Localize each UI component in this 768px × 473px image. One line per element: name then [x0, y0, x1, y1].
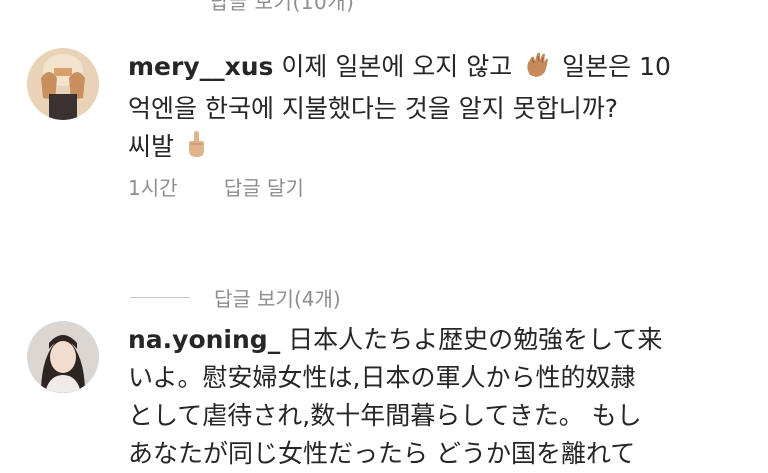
view-replies-link-top[interactable]: 답글 보기(10개)	[210, 0, 354, 15]
comment-line: 日本人たちよ歴史の勉強をして来	[288, 325, 663, 354]
comment-line: 일본은 10	[562, 52, 671, 81]
comment-meta: 1시간 답글 달기	[128, 172, 344, 201]
view-replies-label: 답글 보기(4개)	[214, 287, 341, 311]
comment-line: 억엔을 한국에 지불했다는 것을 알지 못합니까?	[128, 94, 619, 123]
middle-finger-icon	[184, 129, 208, 170]
comment-username[interactable]: mery__xus	[128, 52, 273, 81]
avatar[interactable]	[27, 321, 99, 393]
comment-time: 1시간	[128, 176, 178, 200]
avatar[interactable]	[27, 48, 99, 120]
comment-username[interactable]: na.yoning_	[128, 325, 280, 354]
divider-line	[130, 297, 190, 298]
comment-line: として虐待され,数十年間暮らしてきた。 もし	[128, 401, 642, 430]
comment-line: 이제 일본에 오지 않고	[281, 52, 513, 81]
waving-hand-icon	[522, 49, 552, 90]
comment-line: あなたが同じ女性だったら どうか国を離れて	[128, 439, 636, 468]
comment-text: na.yoning_ 日本人たちよ歴史の勉強をして来 いよ。慰安婦女性は,日本の…	[128, 321, 748, 473]
reply-button[interactable]: 답글 달기	[224, 176, 304, 200]
view-replies-link[interactable]: 답글 보기(4개)	[130, 283, 341, 312]
comment-line: 씨발	[128, 132, 175, 161]
view-replies-label-top: 답글 보기(10개)	[210, 0, 355, 14]
comment-text: mery__xus 이제 일본에 오지 않고 일본은 10 억엔을 한국에 지불…	[128, 48, 748, 170]
comment-line: いよ。慰安婦女性は,日本の軍人から性的奴隷	[128, 363, 636, 392]
